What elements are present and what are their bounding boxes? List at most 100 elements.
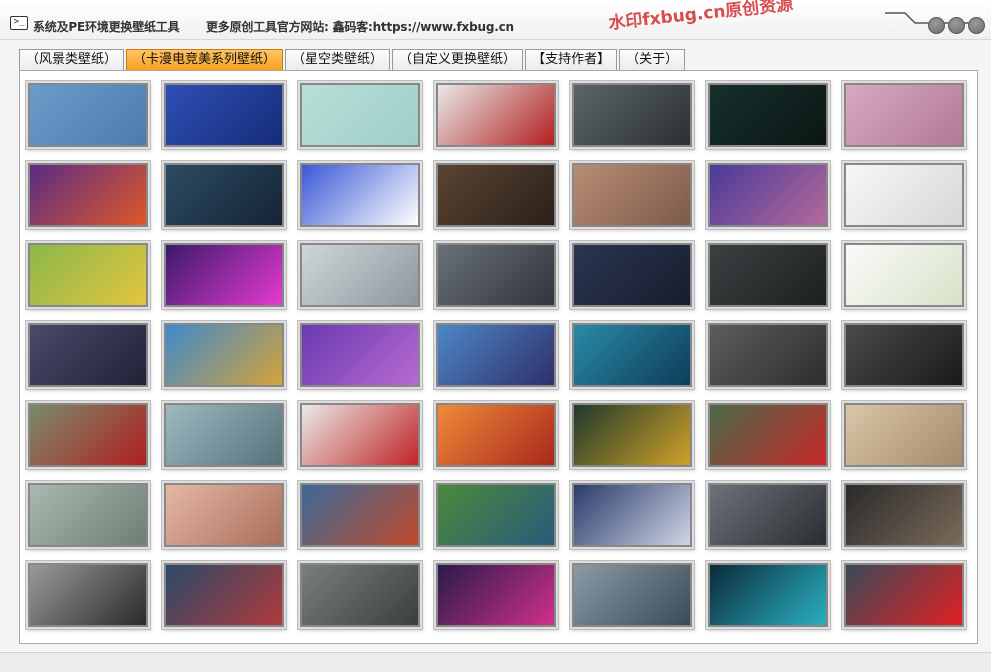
title-bar[interactable]: >_ 系统及PE环境更换壁纸工具 更多原创工具官方网站: 鑫码客:https:/… — [0, 0, 991, 40]
wallpaper-thumbnail[interactable] — [298, 401, 422, 469]
wallpaper-image — [438, 245, 554, 305]
wallpaper-grid — [26, 81, 970, 633]
wallpaper-thumbnail[interactable] — [434, 561, 558, 629]
app-icon: >_ — [10, 16, 28, 30]
wallpaper-thumbnail[interactable] — [570, 161, 694, 229]
wallpaper-image — [166, 85, 282, 145]
wallpaper-image — [166, 245, 282, 305]
tab-about[interactable]: （关于） — [619, 49, 686, 70]
wallpaper-thumbnail[interactable] — [162, 321, 286, 389]
wallpaper-image — [302, 165, 418, 225]
wallpaper-thumbnail[interactable] — [842, 481, 966, 549]
wallpaper-thumbnail[interactable] — [26, 561, 150, 629]
wallpaper-thumbnail[interactable] — [706, 241, 830, 309]
wallpaper-image — [574, 405, 690, 465]
wallpaper-thumbnail[interactable] — [570, 81, 694, 149]
wallpaper-image — [574, 85, 690, 145]
watermark-text: 水印fxbug.cn原创资源 — [607, 0, 795, 34]
wallpaper-thumbnail[interactable] — [434, 161, 558, 229]
wallpaper-image — [846, 245, 962, 305]
minimize-button[interactable] — [928, 17, 945, 34]
wallpaper-image — [30, 405, 146, 465]
wallpaper-thumbnail[interactable] — [434, 481, 558, 549]
maximize-button[interactable] — [948, 17, 965, 34]
wallpaper-image — [574, 485, 690, 545]
wallpaper-thumbnail[interactable] — [298, 161, 422, 229]
wallpaper-thumbnail[interactable] — [26, 481, 150, 549]
wallpaper-thumbnail[interactable] — [26, 241, 150, 309]
wallpaper-image — [710, 85, 826, 145]
wallpaper-thumbnail[interactable] — [298, 561, 422, 629]
wallpaper-image — [710, 325, 826, 385]
tab-anime-esports[interactable]: （卡漫电竞美系列壁纸） — [126, 49, 284, 70]
wallpaper-thumbnail[interactable] — [162, 481, 286, 549]
wallpaper-thumbnail[interactable] — [842, 561, 966, 629]
wallpaper-image — [166, 405, 282, 465]
wallpaper-thumbnail[interactable] — [434, 81, 558, 149]
tab-support-author[interactable]: 【支持作者】 — [525, 49, 618, 70]
wallpaper-image — [710, 165, 826, 225]
wallpaper-thumbnail[interactable] — [706, 481, 830, 549]
wallpaper-thumbnail[interactable] — [842, 81, 966, 149]
close-button[interactable] — [968, 17, 985, 34]
wallpaper-thumbnail[interactable] — [706, 401, 830, 469]
wallpaper-image — [302, 85, 418, 145]
wallpaper-thumbnail[interactable] — [706, 81, 830, 149]
wallpaper-thumbnail[interactable] — [298, 321, 422, 389]
tab-scenery[interactable]: （风景类壁纸） — [19, 49, 125, 70]
wallpaper-thumbnail[interactable] — [842, 161, 966, 229]
wallpaper-thumbnail[interactable] — [298, 241, 422, 309]
wallpaper-image — [710, 565, 826, 625]
wallpaper-thumbnail[interactable] — [298, 81, 422, 149]
wallpaper-image — [574, 325, 690, 385]
wallpaper-thumbnail[interactable] — [162, 401, 286, 469]
wallpaper-thumbnail[interactable] — [434, 321, 558, 389]
wallpaper-image — [166, 485, 282, 545]
wallpaper-image — [574, 565, 690, 625]
wallpaper-image — [302, 245, 418, 305]
tab-starry-sky[interactable]: （星空类壁纸） — [285, 49, 391, 70]
wallpaper-thumbnail[interactable] — [570, 241, 694, 309]
wallpaper-thumbnail[interactable] — [162, 561, 286, 629]
wallpaper-thumbnail[interactable] — [842, 241, 966, 309]
wallpaper-thumbnail[interactable] — [162, 81, 286, 149]
wallpaper-thumbnail[interactable] — [434, 241, 558, 309]
wallpaper-image — [302, 485, 418, 545]
window-title: 系统及PE环境更换壁纸工具 — [33, 20, 180, 34]
wallpaper-image — [30, 565, 146, 625]
wallpaper-image — [846, 85, 962, 145]
wallpaper-thumbnail[interactable] — [706, 161, 830, 229]
wallpaper-thumbnail[interactable] — [706, 561, 830, 629]
wallpaper-thumbnail[interactable] — [26, 161, 150, 229]
wallpaper-thumbnail[interactable] — [162, 241, 286, 309]
tab-bar: （风景类壁纸） （卡漫电竞美系列壁纸） （星空类壁纸） （自定义更换壁纸） 【支… — [19, 49, 687, 70]
wallpaper-thumbnail[interactable] — [162, 161, 286, 229]
wallpaper-image — [574, 165, 690, 225]
wallpaper-image — [710, 485, 826, 545]
wallpaper-image — [846, 325, 962, 385]
wallpaper-image — [438, 85, 554, 145]
app-window: >_ 系统及PE环境更换壁纸工具 更多原创工具官方网站: 鑫码客:https:/… — [0, 0, 991, 672]
wallpaper-thumbnail[interactable] — [842, 321, 966, 389]
wallpaper-thumbnail[interactable] — [570, 401, 694, 469]
wallpaper-image — [846, 485, 962, 545]
website-link[interactable]: 更多原创工具官方网站: 鑫码客:https://www.fxbug.cn — [206, 18, 514, 35]
wallpaper-image — [302, 405, 418, 465]
wallpaper-thumbnail[interactable] — [26, 401, 150, 469]
wallpaper-image — [710, 245, 826, 305]
wallpaper-thumbnail[interactable] — [26, 321, 150, 389]
wallpaper-image — [710, 405, 826, 465]
tab-custom-wallpaper[interactable]: （自定义更换壁纸） — [392, 49, 524, 70]
wallpaper-thumbnail[interactable] — [842, 401, 966, 469]
wallpaper-thumbnail[interactable] — [570, 561, 694, 629]
wallpaper-thumbnail[interactable] — [570, 481, 694, 549]
wallpaper-thumbnail[interactable] — [434, 401, 558, 469]
wallpaper-image — [846, 565, 962, 625]
wallpaper-thumbnail[interactable] — [706, 321, 830, 389]
wallpaper-image — [302, 325, 418, 385]
wallpaper-image — [846, 165, 962, 225]
wallpaper-thumbnail[interactable] — [298, 481, 422, 549]
wallpaper-thumbnail[interactable] — [570, 321, 694, 389]
wallpaper-thumbnail[interactable] — [26, 81, 150, 149]
wallpaper-image — [30, 245, 146, 305]
